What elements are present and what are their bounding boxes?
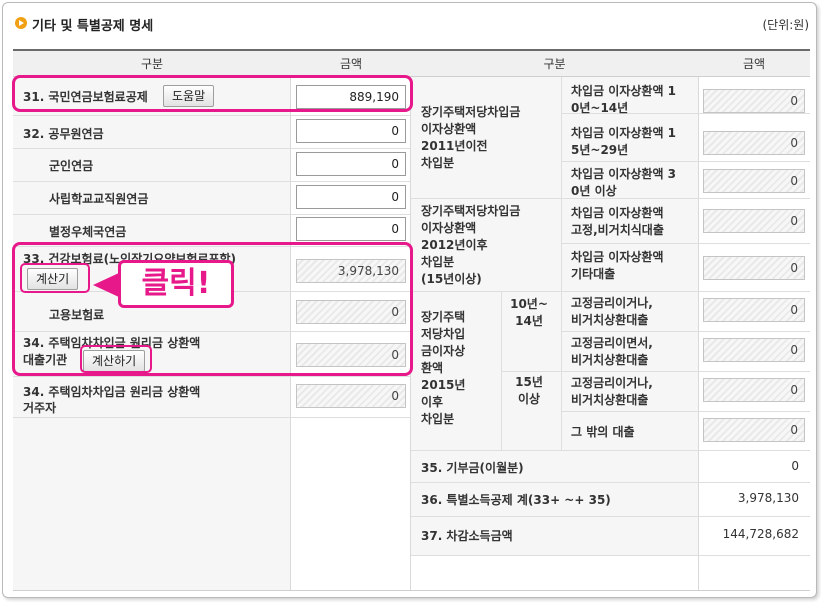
housing-loan-resident-label-2: 거주자: [23, 401, 57, 415]
group-2012-label: 장기주택저당차입금 이자상환액 2012년이후 차입분 (15년이상): [421, 204, 521, 286]
right-row-label: 차입금 이자상환액 1 0년~14년: [571, 84, 677, 115]
private-school-pension-input[interactable]: 0: [296, 185, 406, 209]
right-row-input: 0: [703, 131, 805, 155]
public-pension-input[interactable]: 0: [296, 119, 406, 143]
right-row-input: 0: [703, 169, 805, 193]
donation-value: 0: [791, 459, 799, 473]
right-row-label: 차입금 이자상환액 고정,비거치식대출: [571, 206, 664, 237]
right-row-input: 0: [703, 256, 805, 280]
highlight-national-pension: [12, 75, 413, 112]
special-total-value: 3,978,130: [737, 491, 799, 505]
highlight-calculator-button: [20, 263, 90, 293]
bullet-icon: [15, 17, 27, 29]
right-row-input: 0: [703, 298, 805, 322]
right-row-input: 0: [703, 378, 805, 402]
public-pension-label: 32. 공무원연금: [23, 127, 104, 141]
donation-label: 35. 기부금(이월분): [421, 461, 524, 475]
col-header-right-label: 구분: [411, 51, 698, 77]
deduction-income-label: 37. 차감소득금액: [421, 529, 513, 543]
right-row-input: 0: [703, 418, 805, 442]
col-header-right-amount: 금액: [698, 51, 810, 77]
highlight-calculate-button: [80, 345, 152, 373]
click-callout: 클릭!: [118, 260, 234, 308]
private-school-pension-label: 사립학교교직원연금: [49, 192, 149, 206]
right-row-label: 고정금리이거나, 비거치상환대출: [571, 296, 653, 327]
col-header-left-amount: 금액: [291, 51, 411, 77]
deduction-panel: 기타 및 특별공제 명세 (단위:원) 구분 금액 구분 금액 31. 국민연금…: [2, 2, 817, 598]
right-row-input: 0: [703, 209, 805, 233]
right-row-label: 그 밖의 대출: [571, 425, 635, 439]
right-row-label: 고정금리이거나, 비거치상환대출: [571, 376, 653, 407]
section-header: 기타 및 특별공제 명세 (단위:원): [13, 13, 809, 35]
right-row-label: 차입금 이자상환액 기타대출: [571, 250, 664, 281]
military-pension-label: 군인연금: [49, 159, 94, 173]
right-row-input: 0: [703, 89, 805, 113]
deduction-income-value: 144,728,682: [722, 527, 799, 541]
housing-loan-resident-label-1: 34. 주택임차차입금 원리금 상환액: [23, 385, 201, 399]
col-header-left-label: 구분: [13, 51, 291, 77]
right-row-label: 차입금 이자상환액 3 0년 이상: [571, 167, 677, 198]
postal-pension-input[interactable]: 0: [296, 217, 406, 241]
group-2015-label: 장기주택 저당차입 금이자상 환액 2015년 이후 차입분: [421, 310, 466, 426]
arrow-left-icon: [93, 272, 121, 298]
term-10-14-label: 10년~ 14년: [510, 297, 548, 328]
military-pension-input[interactable]: 0: [296, 152, 406, 176]
right-row-label: 고정금리이면서, 비거치상환대출: [571, 336, 653, 367]
group-2011-label: 장기주택저당차입금 이자상환액 2011년이전 차입분: [421, 105, 521, 170]
term-15-label: 15년 이상: [515, 375, 543, 406]
right-row-input: 0: [703, 338, 805, 362]
postal-pension-label: 별정우체국연금: [49, 225, 127, 239]
right-row-label: 차입금 이자상환액 1 5년~29년: [571, 126, 677, 157]
section-title: 기타 및 특별공제 명세: [32, 19, 154, 34]
special-total-label: 36. 특별소득공제 계(33+ ~+ 35): [421, 493, 611, 507]
housing-loan-resident-input: 0: [296, 384, 406, 408]
unit-label: (단위:원): [762, 18, 809, 32]
